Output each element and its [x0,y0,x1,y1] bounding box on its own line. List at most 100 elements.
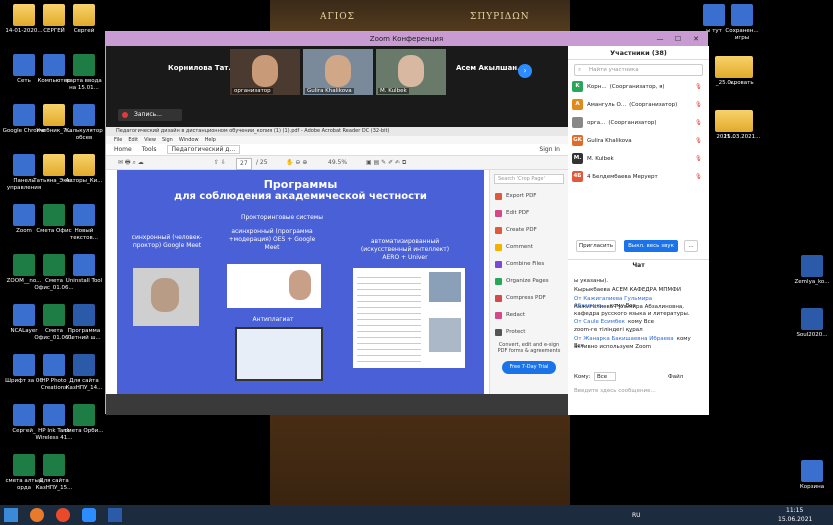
participant-row[interactable]: A Амангуль О... (Соорганизатор) 🎙 [572,98,702,113]
firefox-icon[interactable] [30,508,44,522]
video-tile[interactable]: M. Kulbek [376,49,446,95]
participant-row[interactable]: 4Б 4 Белдембаева Меруерт 🎙 [572,170,702,185]
invite-button[interactable]: Пригласить [576,240,616,252]
clock-time[interactable]: 11:15 [786,507,803,514]
desktop-icon[interactable]: Корзина [790,460,833,491]
video-tile[interactable]: организатор [230,49,300,95]
menu-item[interactable]: View [144,137,156,143]
next-page-icon[interactable]: › [518,64,532,78]
chat-to-select[interactable]: Все [594,372,616,381]
page-nav-icons[interactable]: ⇧ ⇩ [214,156,226,170]
slide-image-meet [133,268,199,326]
tools-search-input[interactable]: Search 'Crop Page' [494,174,564,184]
sign-in-button[interactable]: Sign In [539,144,560,156]
tool-item[interactable]: Edit PDF [490,205,568,222]
mic-icon[interactable]: 🎙 [695,170,702,185]
participant-row[interactable]: M. M. Kulbek 🎙 [572,152,702,167]
tool-item[interactable]: Export PDF [490,188,568,205]
annotation-icons[interactable]: ▣ ▤ ✎ ✐ ✍ ⧉ [366,156,406,170]
mute-all-button[interactable]: Выкл. весь звук [624,240,678,252]
toolbar-icons[interactable]: ✉ 🖶 ⌕ ☁ [118,156,144,170]
tool-item[interactable]: Create PDF [490,222,568,239]
browser-icon[interactable] [56,508,70,522]
desktop-icon[interactable]: Для сайта КазНПУ_15... [32,454,76,491]
close-icon[interactable]: ✕ [687,32,705,46]
tool-item[interactable]: Compress PDF [490,290,568,307]
mic-icon[interactable]: 🎙 [695,80,702,95]
desktop-icon[interactable]: Uninstall Tool [62,254,106,285]
slide-image-oes [227,264,321,308]
chat-input[interactable]: Введите здесь сообщение... [574,388,702,394]
acrobat-tab[interactable]: Home [114,146,132,153]
acrobat-tab[interactable]: Педагогический д... [166,145,241,154]
desktop-icon[interactable]: Программа Летний ш... [62,304,106,341]
tool-icon [495,312,502,319]
desktop-icon-image [73,54,95,76]
desktop-icon[interactable]: карта ввода на 15.01... [62,54,106,91]
tool-item[interactable]: Redact [490,307,568,324]
video-tile-name[interactable]: Асем Акылшан... [456,64,525,72]
minimize-icon[interactable]: — [651,32,669,46]
desktop-icon[interactable]: Soul2020... [790,308,833,339]
video-tile[interactable]: Gulira Khalikova [303,49,373,95]
desktop-icon[interactable]: Новый текстов... [62,204,106,241]
desktop-icon[interactable]: 15.03.2021... [720,110,764,141]
page-number-field[interactable]: 27 [236,158,252,170]
menu-item[interactable]: Sign [162,137,173,143]
zoom-window[interactable]: Zoom Конференция — ☐ ✕ Корнилова Тат... … [105,31,709,415]
participant-row[interactable]: K Корн... (Соорганизатор, я) 🎙 [572,80,702,95]
acrobat-window[interactable]: Педагогический дизайн в дистанционном об… [106,127,568,415]
maximize-icon[interactable]: ☐ [669,32,687,46]
free-trial-button[interactable]: Free 7-Day Trial [502,361,556,374]
video-tile-name[interactable]: Корнилова Тат... [168,64,236,72]
tool-item[interactable]: Protect [490,324,568,341]
desktop-icon[interactable]: Калькулятор обсев [62,104,106,141]
desktop-icon[interactable]: кровать [720,56,764,87]
desktop-icon[interactable]: Авторы_Ки... [62,154,106,185]
menu-item[interactable]: Help [205,137,216,143]
tool-item[interactable]: Comment [490,239,568,256]
recording-indicator[interactable]: Запись... [118,109,182,121]
desktop-icon-image [801,308,823,330]
desktop-icon[interactable]: смета Орби... [62,404,106,435]
desktop-icon[interactable]: ы тут [692,4,736,35]
tool-item[interactable]: Organize Pages [490,273,568,290]
mic-icon[interactable]: 🎙 [695,134,702,149]
participant-search[interactable]: ⌕ Найти участника [574,64,703,76]
menu-item[interactable]: Edit [128,137,138,143]
desktop-icon[interactable]: Для сайта КазНПУ_14... [62,354,106,391]
tool-icon [495,278,502,285]
word-taskbar-icon[interactable] [108,508,122,522]
desktop-icon[interactable]: Сергей [62,4,106,35]
mic-icon[interactable]: 🎙 [695,152,702,167]
clock-date[interactable]: 15.06.2021 [778,516,812,523]
start-icon[interactable] [4,508,18,522]
desktop-icon-image [73,154,95,176]
more-button[interactable]: ... [684,240,698,252]
zoom-level[interactable]: 49.5% [328,156,347,170]
acrobat-tab[interactable]: Tools [142,146,157,153]
menu-item[interactable]: Window [179,137,199,143]
hand-tool-icon[interactable]: ✋ ⊖ ⊕ [286,156,307,170]
mic-icon[interactable]: 🎙 [695,98,702,113]
desktop-icon-image [73,404,95,426]
desktop-icon-image [43,454,65,476]
participant-role: (Соорганизатор) [608,120,657,126]
tool-icon [495,244,502,251]
chat-file-button[interactable]: Файл [668,374,683,380]
desktop-icon[interactable]: Zemlya_ko... [790,255,833,286]
zoom-taskbar-icon[interactable] [82,508,96,522]
desktop-icon-image [801,255,823,277]
desktop-icon-image [73,304,95,326]
tool-item[interactable]: Combine Files [490,256,568,273]
desktop-icon-image [73,104,95,126]
promo-text: Convert, edit and e-sign PDF forms & agr… [497,342,561,354]
language-indicator[interactable]: RU [632,512,641,519]
participant-name: Амангуль О... [587,102,627,108]
chat-message-header: От Саule Есимбек кому Все [574,319,702,326]
participant-row[interactable]: GK Gulira Khalikova 🎙 [572,134,702,149]
zoom-titlebar[interactable]: Zoom Конференция — ☐ ✕ [106,32,707,46]
mic-icon[interactable]: 🎙 [695,116,702,131]
menu-item[interactable]: File [114,137,122,143]
participant-row[interactable]: орга... (Соорганизатор) 🎙 [572,116,702,131]
